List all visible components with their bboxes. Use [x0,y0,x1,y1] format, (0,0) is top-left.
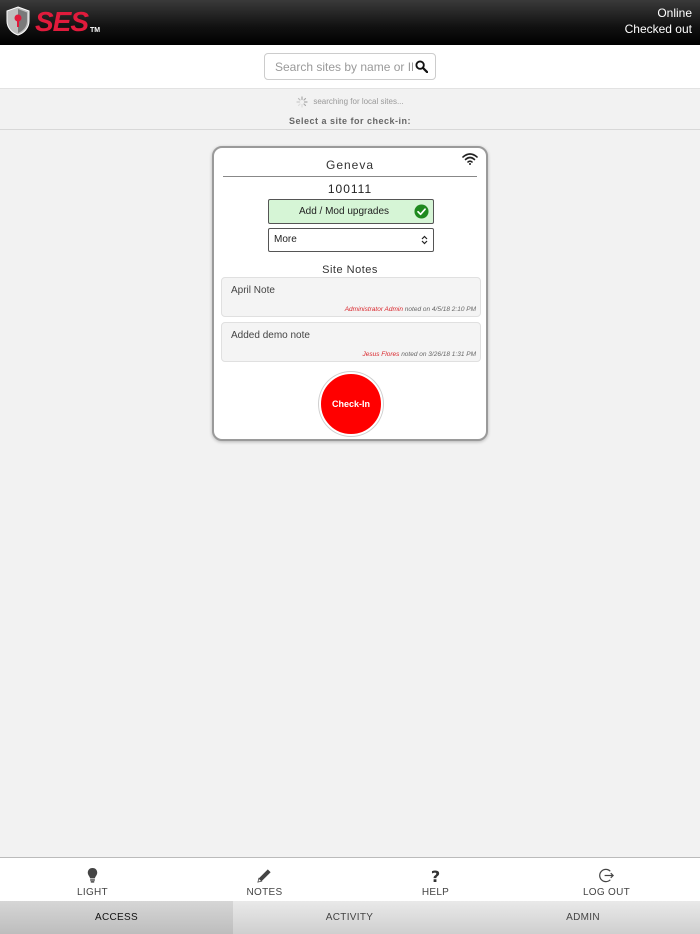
search-input[interactable] [265,54,413,79]
logout-label: LOG OUT [582,887,631,898]
check-circle-icon [414,204,429,219]
logout-button[interactable]: LOG OUT [519,858,694,902]
pencil-icon [257,869,271,883]
search-status-area: searching for local sites... Select a si… [0,89,700,130]
question-icon: ? [431,867,440,884]
search-icon[interactable] [415,60,428,73]
more-select[interactable]: More [268,228,434,252]
online-status: Online [657,6,692,20]
note-author: Administrator Admin [344,306,403,313]
logout-icon [599,868,614,883]
bulb-icon [87,867,98,883]
searching-indicator: searching for local sites... [0,96,700,108]
svg-text:?: ? [431,867,440,884]
note-timestamp: noted on 4/5/18 2:10 PM [404,306,476,313]
check-in-button[interactable]: Check-In [319,372,383,436]
select-site-label: Select a site for check-in: [288,116,412,126]
spinner-icon [296,96,308,108]
note-meta: Administrator Admin noted on 4/5/18 2:10… [345,306,476,313]
more-select-value: More [274,234,297,245]
add-mod-upgrades-button[interactable]: Add / Mod upgrades [268,199,434,224]
note-text: April Note [231,285,275,296]
note-timestamp: noted on 3/26/18 1:31 PM [401,351,476,358]
app-logo: SES TM [6,6,100,36]
note-meta: Jesus Flores noted on 3/26/18 1:31 PM [363,351,476,358]
shield-logo-icon [6,6,30,36]
site-note[interactable]: April Note Administrator Admin noted on … [221,277,481,317]
logo-trademark: TM [90,27,101,34]
tab-activity[interactable]: ACTIVITY [233,901,466,934]
divider [223,176,477,177]
chevron-updown-icon [421,235,428,245]
note-text: Added demo note [231,330,310,341]
connection-status: Online Checked out [625,5,692,37]
checkin-status: Checked out [624,22,692,36]
light-label: LIGHT [77,887,108,898]
tab-access[interactable]: ACCESS [0,901,233,934]
help-label: HELP [421,887,450,898]
note-author: Jesus Flores [362,351,400,358]
help-button[interactable]: ? HELP [348,858,523,902]
notes-label: NOTES [246,887,283,898]
tab-bar: ACCESS ACTIVITY ADMIN [0,901,700,934]
logo-text: SES [35,6,89,37]
tab-admin[interactable]: ADMIN [466,901,700,934]
bottom-toolbar: LIGHT NOTES ? HELP LOG OUT [0,857,700,901]
searching-text: searching for local sites... [313,97,404,107]
upgrade-button-label: Add / Mod upgrades [298,206,390,217]
site-id: 100111 [327,182,373,196]
site-note[interactable]: Added demo note Jesus Flores noted on 3/… [221,322,481,362]
site-notes-title: Site Notes [322,264,378,276]
search-box [264,53,436,80]
search-area [0,45,700,89]
notes-button[interactable]: NOTES [177,858,352,902]
site-name: Geneva [325,158,375,172]
app-header: SES TM Online Checked out [0,0,700,45]
light-button[interactable]: LIGHT [5,858,180,902]
site-card: Geneva 100111 Add / Mod upgrades More Si… [212,146,488,441]
